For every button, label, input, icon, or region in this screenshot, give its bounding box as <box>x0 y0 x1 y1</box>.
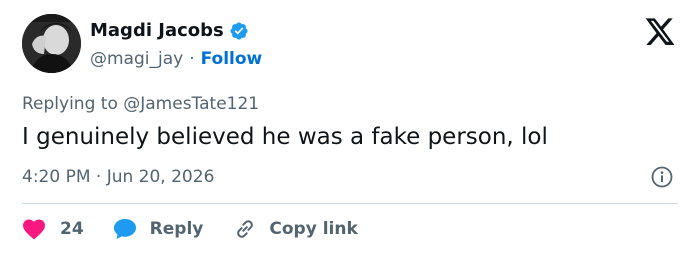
link-icon <box>233 217 257 241</box>
tweet-text: I genuinely believed he was a fake perso… <box>22 124 548 150</box>
info-icon[interactable] <box>651 166 673 188</box>
verified-badge-icon <box>229 21 249 41</box>
reply-label: Reply <box>149 219 204 239</box>
author-display-name[interactable]: Magdi Jacobs <box>90 20 224 41</box>
avatar[interactable] <box>22 14 81 73</box>
replying-to-label: Replying to <box>22 94 118 114</box>
tweet-timestamp[interactable]: 4:20 PM · Jun 20, 2026 <box>22 167 214 187</box>
x-logo-icon[interactable] <box>644 18 676 48</box>
tweet-actions: 24 Reply Copy link <box>22 216 358 242</box>
separator-dot: · <box>189 49 195 69</box>
copy-link-label: Copy link <box>269 219 358 239</box>
author-handle-row: @magi_jay · Follow <box>90 49 262 69</box>
divider <box>22 203 678 204</box>
like-count: 24 <box>60 219 84 239</box>
reply-button[interactable]: Reply <box>112 217 204 241</box>
author-name-row: Magdi Jacobs <box>90 20 249 41</box>
follow-button[interactable]: Follow <box>201 49 263 69</box>
speech-bubble-icon <box>112 217 138 241</box>
reply-mention-link[interactable]: @JamesTate121 <box>123 94 259 114</box>
like-button[interactable]: 24 <box>22 218 84 240</box>
replying-to: Replying to @JamesTate121 <box>22 94 259 114</box>
heart-icon <box>22 218 46 240</box>
copy-link-button[interactable]: Copy link <box>233 217 358 241</box>
author-handle[interactable]: @magi_jay <box>90 49 183 69</box>
tweet-card: Magdi Jacobs @magi_jay · Follow Replying… <box>0 0 700 256</box>
